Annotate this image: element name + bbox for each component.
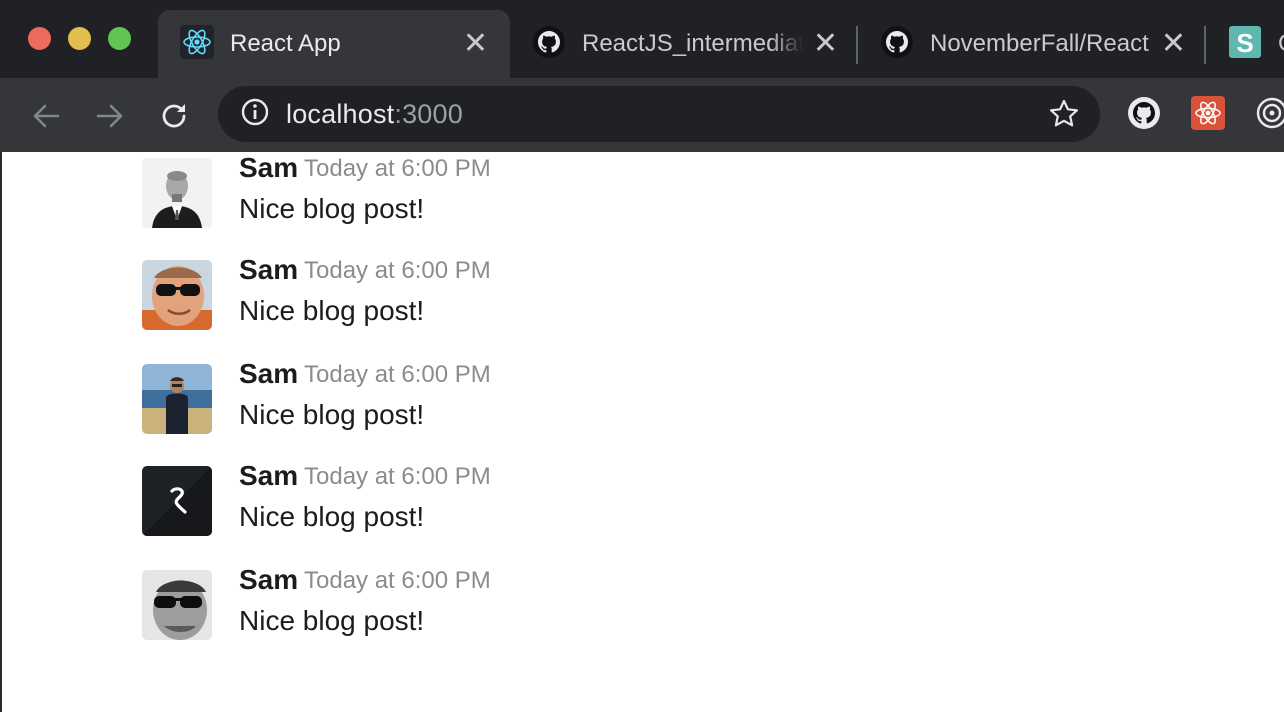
url-port: :3000 <box>394 98 463 129</box>
comment-text: Nice blog post! <box>239 501 425 532</box>
react-devtools-icon[interactable] <box>1191 96 1225 130</box>
github-extension-icon[interactable] <box>1127 96 1161 130</box>
comment-date: Today at 6:00 PM <box>304 155 491 182</box>
avatar-man-seaside <box>142 364 212 434</box>
url-text[interactable]: localhost:3000 <box>286 99 463 130</box>
tab-separator <box>1204 26 1206 64</box>
comment: Sam Today at 6:00 PM Nice blog post! <box>142 152 742 232</box>
reload-icon <box>162 104 186 128</box>
window-edge <box>0 152 2 712</box>
close-tab-icon[interactable]: ✕ <box>813 29 838 59</box>
s-app-icon: S <box>1228 25 1262 64</box>
info-icon[interactable] <box>240 97 270 132</box>
comment-date: Today at 6:00 PM <box>304 463 491 490</box>
reload-button[interactable] <box>154 96 194 136</box>
tab-title: C <box>1278 30 1284 58</box>
browser-tab-strip: React App ✕ ReactJS_intermediat ✕ Novemb… <box>0 0 1284 78</box>
comment: Sam Today at 6:00 PM Nice blog post! <box>142 460 742 540</box>
close-tab-icon[interactable]: ✕ <box>463 29 488 59</box>
avatar[interactable] <box>142 158 212 228</box>
comment-text: Nice blog post! <box>239 295 425 326</box>
avatar[interactable] <box>142 260 212 330</box>
comment-date: Today at 6:00 PM <box>304 257 491 284</box>
address-bar[interactable]: localhost:3000 <box>218 86 1100 142</box>
comment: Sam Today at 6:00 PM Nice blog post! <box>142 564 742 644</box>
comment: Sam Today at 6:00 PM Nice blog post! <box>142 358 742 438</box>
avatar-s-logo <box>142 466 212 536</box>
maximize-window-button[interactable] <box>108 27 131 50</box>
close-tab-icon[interactable]: ✕ <box>1161 29 1186 59</box>
comment-text: Nice blog post! <box>239 605 425 636</box>
github-icon <box>880 25 914 64</box>
avatar-man-suit <box>142 158 212 228</box>
avatar[interactable] <box>142 570 212 640</box>
url-host: localhost <box>286 98 395 129</box>
tab-separator <box>856 26 858 64</box>
tab-title: NovemberFall/React <box>930 30 1149 57</box>
minimize-window-button[interactable] <box>68 27 91 50</box>
github-icon <box>532 25 566 64</box>
tab-title: React App <box>230 30 341 57</box>
comment-author[interactable]: Sam <box>239 254 298 286</box>
comment-text: Nice blog post! <box>239 193 425 224</box>
comment-author[interactable]: Sam <box>239 564 298 596</box>
svg-text:S: S <box>1236 28 1253 58</box>
back-button[interactable] <box>26 96 66 136</box>
comment-author[interactable]: Sam <box>239 460 298 492</box>
comment-text: Nice blog post! <box>239 399 425 430</box>
forward-button[interactable] <box>90 96 130 136</box>
comment-date: Today at 6:00 PM <box>304 567 491 594</box>
comment-author[interactable]: Sam <box>239 152 298 184</box>
tab-s-app[interactable]: S C <box>1208 10 1284 78</box>
target-icon[interactable] <box>1255 96 1284 130</box>
comment: Sam Today at 6:00 PM Nice blog post! <box>142 254 742 334</box>
comment-author[interactable]: Sam <box>239 358 298 390</box>
react-icon <box>180 24 214 64</box>
avatar-man-sunglasses-bw <box>142 570 212 640</box>
avatar[interactable] <box>142 364 212 434</box>
avatar-man-sunglasses <box>142 260 212 330</box>
arrow-right-icon <box>96 104 123 128</box>
avatar[interactable] <box>142 466 212 536</box>
close-window-button[interactable] <box>28 27 51 50</box>
tab-novemberfall-react[interactable]: NovemberFall/React ✕ <box>860 10 1206 78</box>
bookmark-star-icon[interactable] <box>1048 98 1080 135</box>
tab-reactjs-intermediate[interactable]: ReactJS_intermediat ✕ <box>512 10 858 78</box>
comment-date: Today at 6:00 PM <box>304 361 491 388</box>
tab-title: ReactJS_intermediat <box>582 30 803 57</box>
tab-react-app[interactable]: React App ✕ <box>158 10 510 78</box>
arrow-left-icon <box>33 104 60 128</box>
